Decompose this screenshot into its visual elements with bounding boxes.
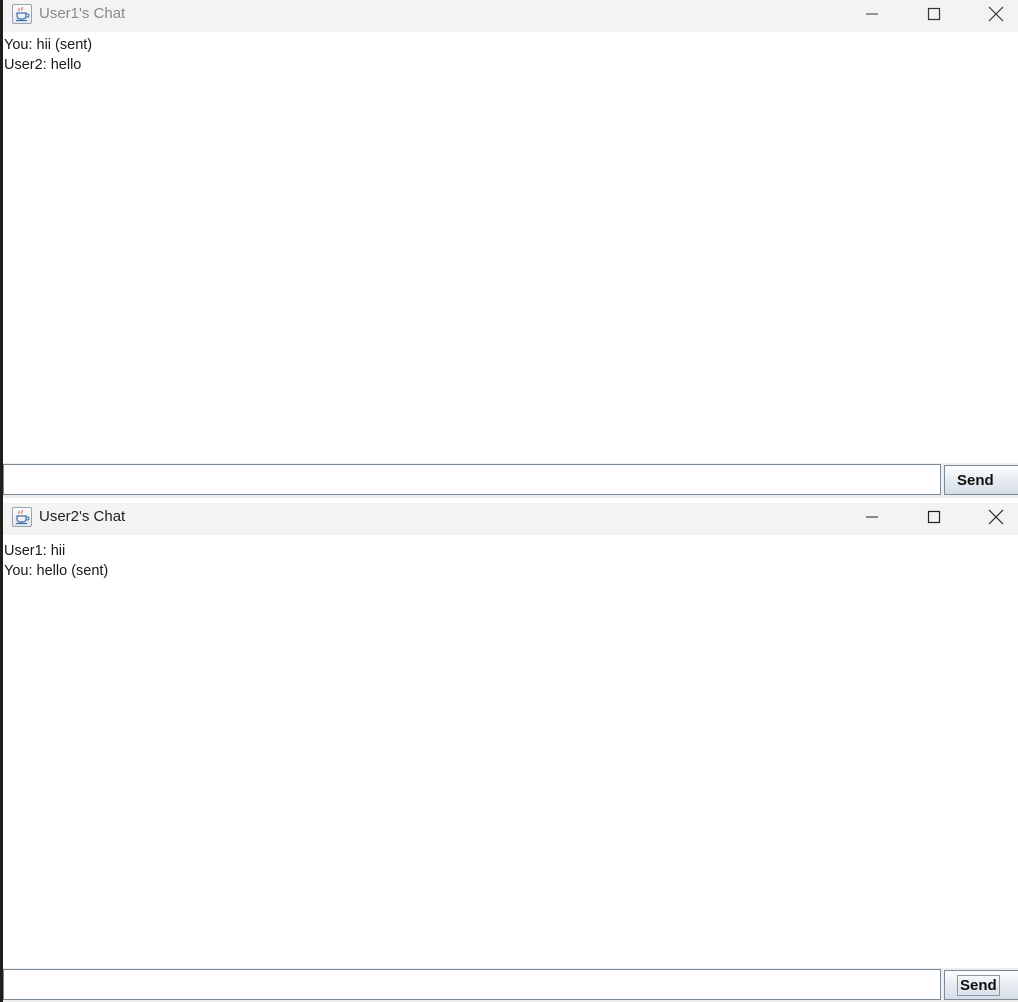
input-row: Send (3, 463, 1018, 498)
window-title: User2's Chat (39, 508, 126, 525)
user1-chat-window: User1's Chat You: hii (sent) User2: hell… (3, 0, 1018, 503)
minimize-button[interactable] (849, 0, 895, 28)
title-bar[interactable]: User1's Chat (3, 0, 1018, 32)
send-button[interactable]: Send (944, 970, 1018, 1000)
maximize-button[interactable] (911, 503, 957, 531)
close-button[interactable] (973, 503, 1018, 531)
send-button-label: Send (957, 974, 1000, 996)
chat-history[interactable]: User1: hii You: hello (sent) (3, 538, 1018, 968)
chat-message: User2: hello (4, 57, 82, 73)
send-button[interactable]: Send (944, 465, 1018, 495)
close-button[interactable] (973, 0, 1018, 28)
maximize-icon (927, 7, 941, 21)
chat-message: You: hii (sent) (4, 37, 93, 53)
window-title: User1's Chat (39, 5, 126, 22)
message-input[interactable] (3, 464, 941, 495)
minimize-icon (866, 516, 878, 518)
java-app-icon (12, 4, 32, 24)
input-row: Send (3, 968, 1018, 1002)
title-bar[interactable]: User2's Chat (3, 503, 1018, 535)
close-icon (988, 509, 1004, 525)
minimize-icon (866, 13, 878, 15)
message-input[interactable] (3, 969, 941, 1000)
minimize-button[interactable] (849, 503, 895, 531)
chat-message: You: hello (sent) (4, 563, 109, 579)
maximize-button[interactable] (911, 0, 957, 28)
close-icon (988, 6, 1004, 22)
user2-chat-window: User2's Chat User1: hii You: hello (sent… (3, 503, 1018, 1002)
maximize-icon (927, 510, 941, 524)
chat-history[interactable]: You: hii (sent) User2: hello (3, 32, 1018, 462)
java-app-icon (12, 507, 32, 527)
desktop: User1's Chat You: hii (sent) User2: hell… (0, 0, 1018, 1002)
chat-message: User1: hii (4, 543, 66, 559)
